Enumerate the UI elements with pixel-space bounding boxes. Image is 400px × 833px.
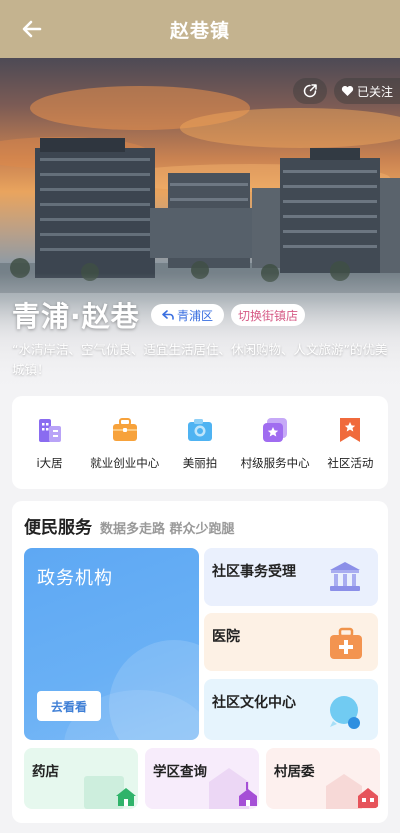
briefcase-icon	[112, 417, 137, 441]
bookmark-star-icon	[340, 417, 361, 442]
village-house-icon	[326, 774, 378, 809]
pharmacy-tile[interactable]: 药店	[24, 748, 138, 809]
switch-town-button[interactable]: 切换街镇店	[231, 304, 305, 326]
quick-item-photo[interactable]: 美丽拍	[162, 415, 237, 471]
chat-bubble-icon	[330, 696, 360, 729]
section-title: 便民服务	[24, 518, 92, 538]
quick-item-community-events[interactable]: 社区活动	[313, 415, 388, 471]
quick-item-label: i大居	[36, 455, 63, 470]
arrow-left-icon[interactable]	[18, 13, 50, 45]
cultural-center-tile[interactable]: 社区文化中心	[204, 679, 378, 740]
follow-label: 已关注	[356, 84, 393, 99]
page-title: 赵巷镇	[169, 19, 230, 42]
share-button[interactable]	[293, 78, 327, 104]
reply-arrow-icon	[162, 310, 174, 320]
building-icon	[38, 418, 61, 442]
village-committee-tile[interactable]: 村居委	[266, 748, 380, 809]
app-header: 赵巷镇	[0, 0, 400, 58]
school-district-tile[interactable]: 学区查询	[145, 748, 259, 809]
quick-item-employment[interactable]: 就业创业中心	[87, 415, 162, 471]
quick-item-label: 美丽拍	[182, 455, 218, 470]
camera-icon	[187, 418, 212, 441]
tile-label: 药店	[32, 764, 59, 780]
quick-item-label: 村级服务中心	[240, 455, 310, 470]
tile-label: 社区文化中心	[212, 695, 296, 711]
community-affairs-tile[interactable]: 社区事务受理	[204, 548, 378, 606]
share-icon	[303, 84, 317, 98]
gov-agencies-card[interactable]: 政务机构 去看看	[24, 548, 199, 740]
district-tag[interactable]: 青浦区	[151, 304, 224, 326]
tile-label: 学区查询	[153, 764, 207, 780]
government-building-icon	[330, 562, 360, 591]
tile-label: 社区事务受理	[212, 564, 296, 580]
heart-icon	[341, 85, 354, 96]
go-see-button[interactable]: 去看看	[37, 691, 101, 721]
gov-agencies-title: 政务机构	[37, 568, 113, 589]
quick-item-label: 就业创业中心	[90, 455, 160, 470]
pharmacy-icon	[84, 776, 136, 809]
quick-item-idaju[interactable]: i大居	[12, 415, 87, 471]
town-slogan: “水清岸洁、空气优良、适宜生活居住、休闲购物、人文旅游”的优美城镇！	[12, 342, 388, 377]
school-icon	[209, 768, 257, 809]
star-card-icon	[263, 417, 288, 442]
quick-item-village-service[interactable]: 村级服务中心	[238, 415, 313, 471]
town-name: 青浦·赵巷	[12, 300, 140, 333]
medical-kit-icon	[330, 627, 362, 659]
tile-label: 医院	[212, 629, 240, 645]
follow-button[interactable]: 已关注	[334, 78, 400, 104]
hospital-tile[interactable]: 医院	[204, 613, 378, 671]
hero-banner: 已关注 青浦·赵巷 青浦区 切换街镇店 “水清岸洁、空气优良、适宜生活居住、休闲…	[0, 58, 400, 393]
section-subtitle: 数据多走路 群众少跑腿	[100, 522, 235, 537]
district-label: 青浦区	[176, 308, 213, 323]
quick-menu: i大居 就业创业中心 美丽拍 村级服务中心 社区活动	[12, 396, 388, 489]
quick-item-label: 社区活动	[327, 455, 374, 470]
convenience-services-card: 便民服务 数据多走路 群众少跑腿 政务机构 去看看 社区事务受理 医院 社区文化…	[12, 501, 388, 823]
tile-label: 村居委	[274, 764, 315, 780]
